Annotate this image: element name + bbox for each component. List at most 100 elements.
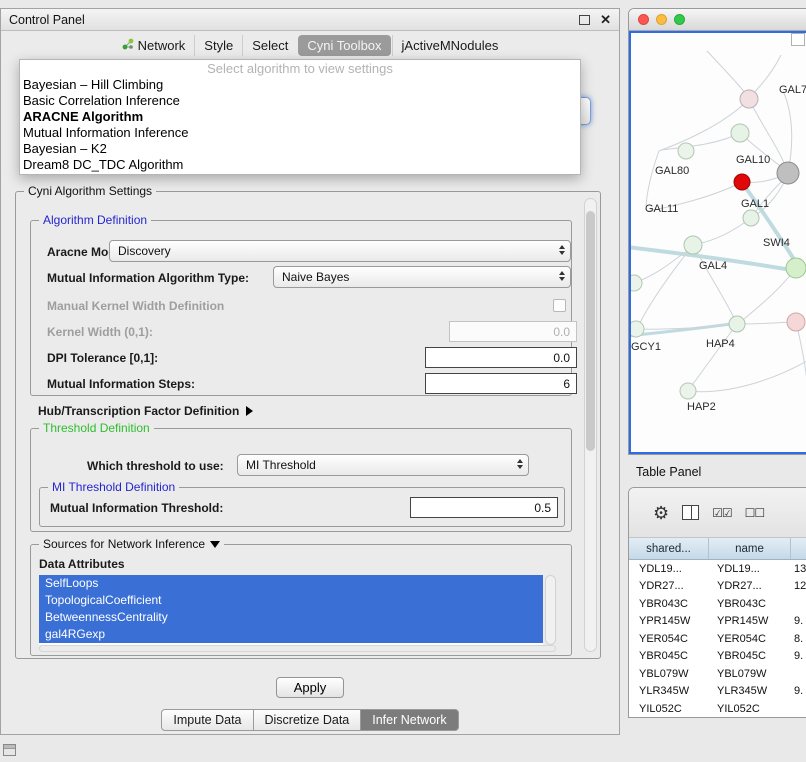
combo-arrows-icon [559,245,565,255]
desktop: Control Panel ✕ Network Style Select Cyn… [0,0,806,762]
aracne-mode-select[interactable]: Discovery [109,240,571,262]
column-header-shared-name[interactable]: shared... [629,538,709,559]
table-row[interactable]: YLR345WYLR345W9. [629,683,806,701]
network-node[interactable] [631,321,644,337]
table-cell: YDR27... [629,580,709,592]
tab-network[interactable]: Network [113,35,195,56]
minimized-panel-icon[interactable] [3,744,16,756]
data-attributes-list[interactable]: SelfLoopsTopologicalCoefficientBetweenne… [39,575,543,645]
data-attribute-item[interactable]: SelfLoops [39,575,543,592]
network-node[interactable] [678,143,694,159]
network-edge [783,91,792,173]
table-row[interactable]: YBL079WYBL079W [629,665,806,683]
network-node[interactable] [740,90,758,108]
table-cell: YBL079W [629,668,709,680]
zoom-traffic-light-icon[interactable] [674,14,685,25]
control-panel-window: Control Panel ✕ Network Style Select Cyn… [0,8,620,735]
network-node[interactable] [729,316,745,332]
network-canvas[interactable]: GAL80GAL10GAL11GAL1SWI4GAL4GCY1HAP4HAP2G… [629,31,806,454]
table-row[interactable]: YBR043CYBR043C [629,595,806,613]
mi-steps-field[interactable]: 6 [425,373,577,394]
network-scroll-corner [791,33,805,46]
dropdown-item[interactable]: Bayesian – K2 [20,141,580,157]
tab-jactivemodules[interactable]: jActiveMNodules [392,35,508,56]
dropdown-item[interactable]: Basic Correlation Inference [20,93,580,109]
dropdown-item[interactable]: Mutual Information Inference [20,125,580,141]
clear-selection-icon[interactable]: ☐☐ [745,506,765,520]
table-cell: YPR145W [629,615,709,627]
table-row[interactable]: YDR27...YDR27...12 [629,578,806,596]
minimize-traffic-light-icon[interactable] [656,14,667,25]
mi-steps-label: Mutual Information Steps: [47,377,195,391]
tab-style[interactable]: Style [194,35,242,56]
kernel-width-label: Kernel Width (0,1): [47,325,153,339]
table-row[interactable]: YPR145WYPR145W9. [629,613,806,631]
network-node[interactable] [684,236,702,254]
tab-infer-network[interactable]: Infer Network [360,709,458,731]
table-cell: 9. [791,650,806,662]
network-node[interactable] [631,275,642,291]
network-window-titlebar[interactable] [629,9,806,31]
dropdown-item[interactable]: Bayesian – Hill Climbing [20,77,580,93]
table-cell: YDL19... [629,563,709,575]
combo-arrows-icon [559,271,565,281]
tab-cyni-toolbox[interactable]: Cyni Toolbox [298,35,390,56]
close-window-icon[interactable]: ✕ [600,14,611,26]
close-traffic-light-icon[interactable] [638,14,649,25]
table-row[interactable]: YIL052CYIL052C [629,700,806,718]
table-panel-window: ⚙ ☑☑ ☐☐ shared... name YDL19...YDL19...1… [628,487,806,718]
column-header-name[interactable]: name [709,538,791,559]
sources-group-title[interactable]: Sources for Network Inference [39,537,224,551]
float-window-icon[interactable] [579,15,590,25]
dropdown-item[interactable]: Dream8 DC_TDC Algorithm [20,157,580,173]
network-edge [646,151,659,207]
column-header-extra[interactable] [791,538,806,559]
data-attributes-label: Data Attributes [39,557,125,571]
table-cell: YBR043C [629,598,709,610]
window-controls: ✕ [579,14,611,26]
data-attribute-item[interactable]: gal4RGexp [39,626,543,643]
network-node[interactable] [787,313,805,331]
network-node[interactable] [734,174,750,190]
mi-threshold-field[interactable]: 0.5 [410,497,558,518]
network-node[interactable] [743,210,759,226]
table-row[interactable]: YDL19...YDL19...13 [629,560,806,578]
dpi-tolerance-label: DPI Tolerance [0,1]: [47,351,158,365]
scrollbar-thumb[interactable] [586,211,595,451]
network-node[interactable] [777,162,799,184]
select-all-checks-icon[interactable]: ☑☑ [712,506,732,520]
table-cell: YLR345W [629,685,709,697]
table-cell: YBL079W [709,668,791,680]
columns-icon[interactable] [682,505,699,520]
tab-impute-data[interactable]: Impute Data [161,709,253,731]
gear-icon[interactable]: ⚙ [653,504,669,522]
tab-discretize-data[interactable]: Discretize Data [253,709,362,731]
data-attribute-item[interactable]: TopologicalCoefficient [39,592,543,609]
table-row[interactable]: YBR045CYBR045C9. [629,648,806,666]
network-node[interactable] [680,383,696,399]
dropdown-item[interactable]: ARACNE Algorithm [20,109,580,125]
table-toolbar: ⚙ ☑☑ ☐☐ [629,488,806,538]
which-threshold-select[interactable]: MI Threshold [237,454,529,476]
network-node[interactable] [786,258,806,278]
mi-algorithm-type-select[interactable]: Naive Bayes [273,266,571,288]
mi-threshold-label: Mutual Information Threshold: [50,501,223,515]
table-cell: YLR345W [709,685,791,697]
attributes-list-hscrollbar[interactable] [39,645,556,652]
table-row[interactable]: YER054CYER054C8. [629,630,806,648]
algorithm-definition-title: Algorithm Definition [39,213,151,227]
algorithm-definition-group: Algorithm Definition Aracne Mode: Discov… [30,220,572,396]
network-node-label: GAL1 [741,198,769,210]
dpi-tolerance-field[interactable]: 0.0 [425,347,577,368]
network-node[interactable] [731,124,749,142]
attributes-list-scrollbar[interactable] [545,575,556,645]
network-node-label: GAL7 [779,84,806,96]
settings-scrollbar[interactable] [584,198,597,652]
data-attribute-item[interactable]: BetweennessCentrality [39,609,543,626]
network-node-label: GCY1 [631,341,661,353]
tab-select[interactable]: Select [242,35,297,56]
cyni-bottom-tabbar: Impute Data Discretize Data Infer Networ… [1,709,619,731]
apply-button[interactable]: Apply [276,677,344,698]
hub-definition-toggle[interactable]: Hub/Transcription Factor Definition [38,404,253,418]
network-edge [638,245,693,327]
